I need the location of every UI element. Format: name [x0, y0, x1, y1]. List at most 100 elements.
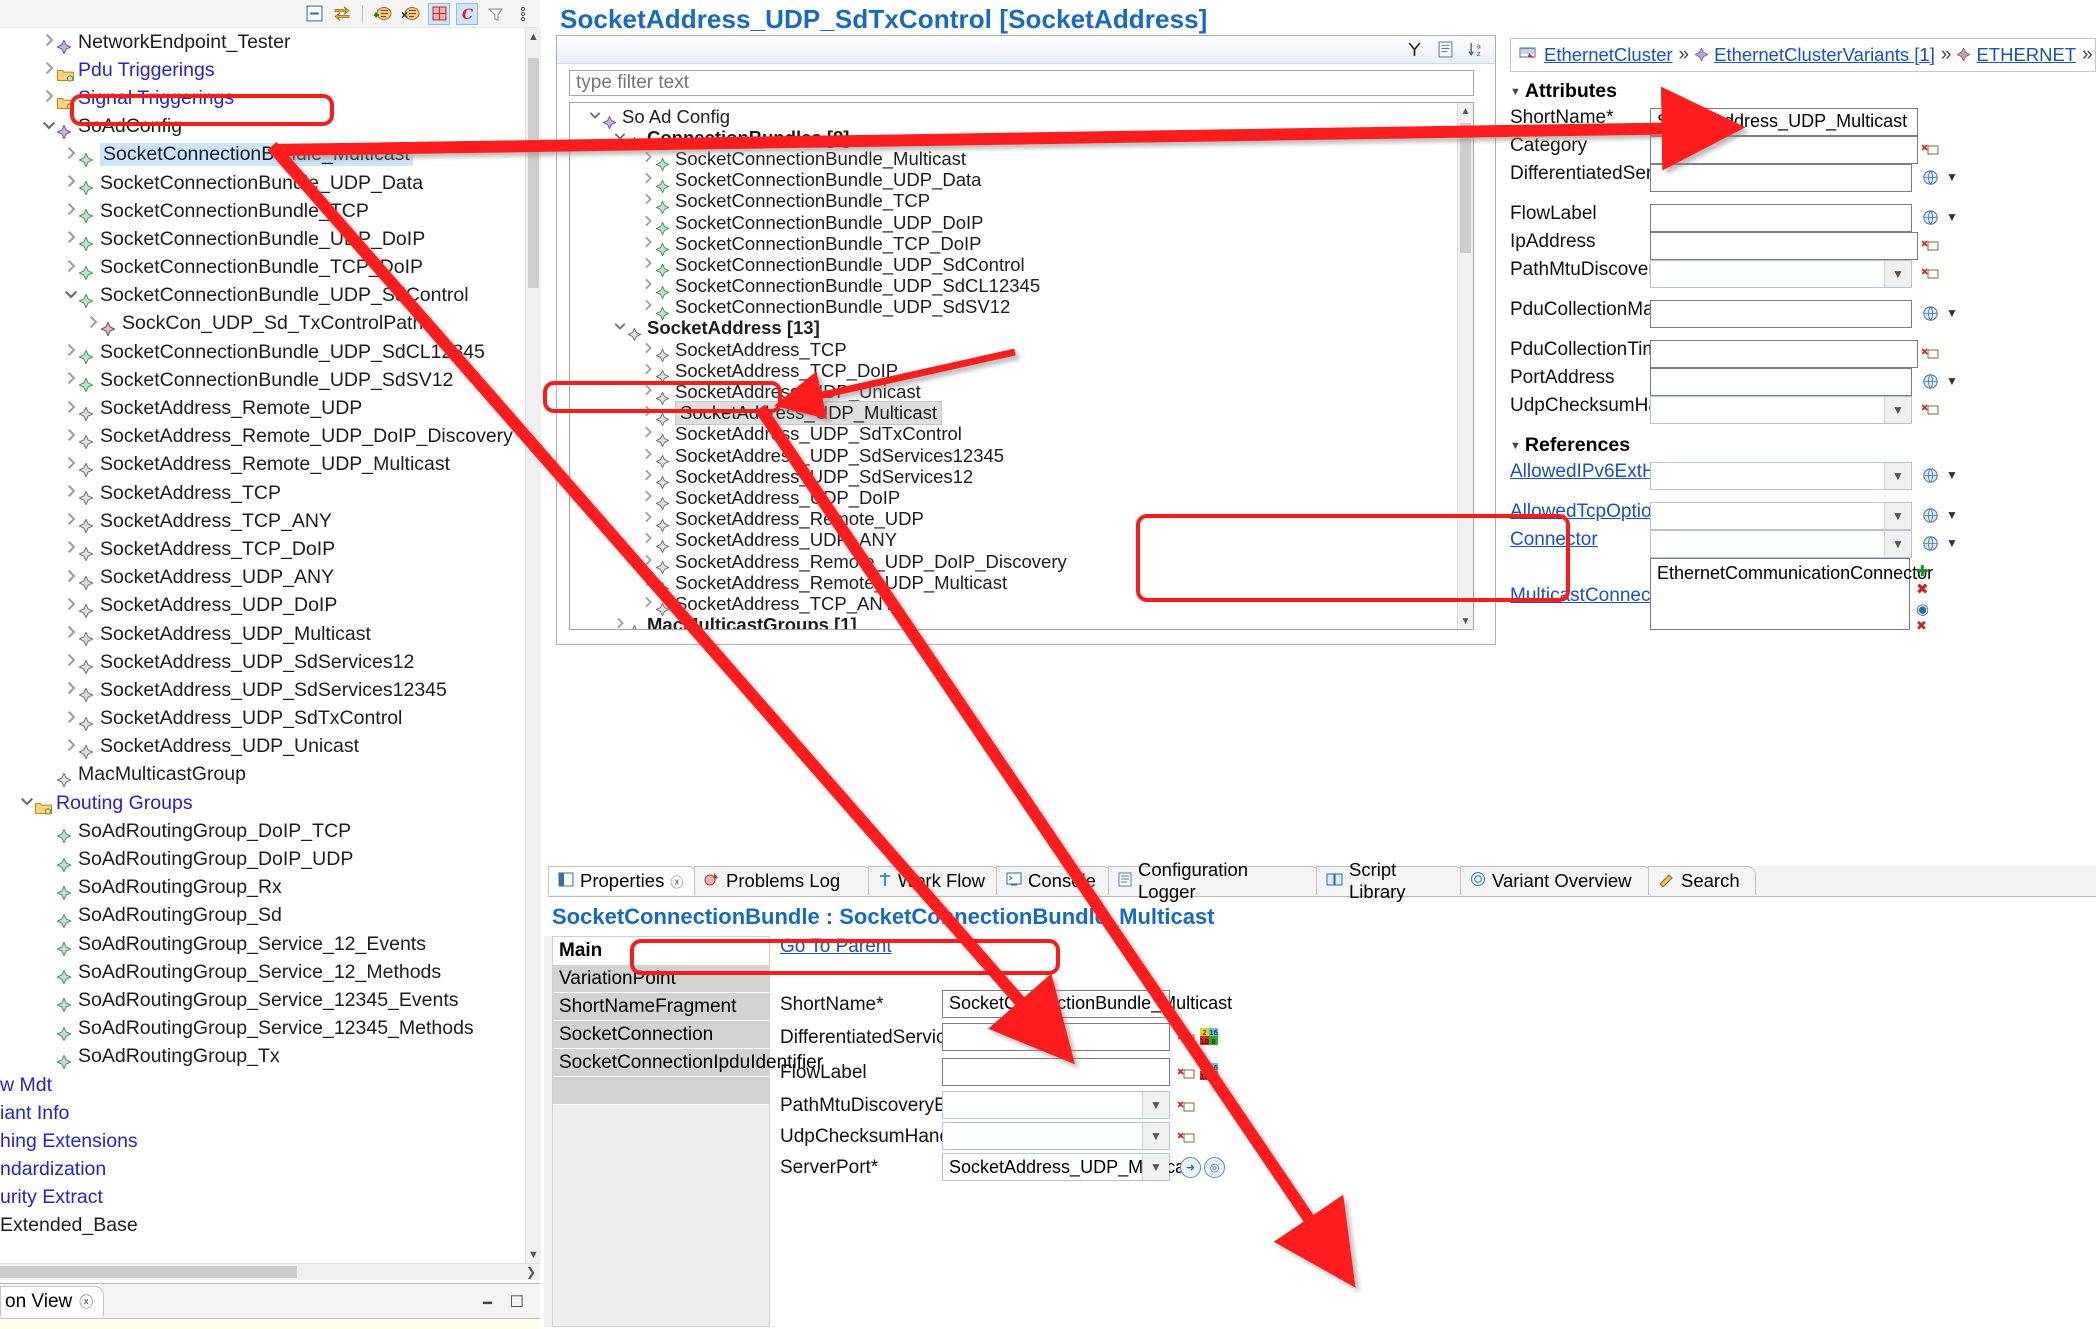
field-combo[interactable]: ▼ [942, 1091, 1170, 1119]
twisty-icon[interactable] [640, 531, 656, 549]
chevron-down-icon[interactable]: ▼ [1884, 503, 1911, 529]
tree-item[interactable]: SocketAddress_Remote_UDP [0, 394, 525, 422]
attribute-field[interactable]: SocketAddress_UDP_Multicast [1650, 108, 1918, 136]
breadcrumb-item-0[interactable]: EthernetCluster [1544, 44, 1673, 66]
search-reference-icon[interactable]: ◎ [1204, 1157, 1225, 1178]
navigate-icon[interactable]: ➜ [1180, 1157, 1201, 1178]
scroll-thumb[interactable] [1460, 123, 1471, 253]
tree-item[interactable]: SoAdRoutingGroup_Tx [0, 1043, 525, 1071]
chevron-down-icon[interactable]: ▼ [1946, 536, 1958, 550]
tab-work-flow[interactable]: Work Flow [868, 866, 1000, 895]
twisty-icon[interactable] [640, 404, 656, 422]
section-item[interactable]: VariationPoint [553, 965, 769, 993]
chevron-down-icon[interactable]: ▼ [1884, 531, 1911, 557]
navigate-icon[interactable]: ◉ [1916, 600, 1929, 618]
tab-console[interactable]: Console [996, 866, 1112, 895]
add-icon[interactable]: ✚ [1916, 562, 1929, 580]
tab-validation-view[interactable]: on View ⓧ [0, 1286, 105, 1317]
attribute-field[interactable] [1650, 204, 1912, 232]
twisty-icon[interactable] [640, 425, 656, 443]
attribute-combo[interactable]: ▼ [1650, 396, 1912, 424]
tree-item[interactable]: SocketAddress_UDP_Unicast [570, 381, 1473, 406]
tree-item[interactable]: SocketAddress_UDP_ANY [0, 564, 525, 592]
filter-icon[interactable] [484, 3, 506, 25]
twisty-icon[interactable] [640, 171, 656, 189]
tab-variant-overview[interactable]: Variant Overview [1460, 866, 1652, 895]
left-tree-horizontal-scrollbar[interactable]: ❯ [0, 1263, 540, 1280]
chevron-down-icon[interactable]: ▼ [1946, 468, 1958, 482]
twisty-icon[interactable] [40, 88, 57, 108]
twisty-icon[interactable] [612, 129, 628, 147]
twisty-icon[interactable] [640, 383, 656, 401]
reference-link[interactable]: AllowedTcpOptions [1510, 502, 1672, 522]
field-input[interactable] [942, 1023, 1170, 1051]
twisty-icon[interactable] [62, 145, 79, 165]
model-tree[interactable]: NetworkEndpoint_Tester Pdu Triggerings Sig… [0, 28, 525, 1278]
attribute-field[interactable] [1650, 136, 1918, 164]
sort-az-icon[interactable]: az [1465, 39, 1487, 61]
properties-sections[interactable]: Main VariationPoint ShortNameFragment Socke… [544, 936, 823, 1327]
tree-item[interactable]: SocketAddress_Remote_UDP_DoIP_Discovery [570, 551, 1473, 575]
tree-item[interactable]: SocketConnectionBundle_UDP_SdControl [0, 282, 525, 310]
merge-icon[interactable] [1403, 39, 1425, 61]
tree-item[interactable]: SocketConnectionBundle_UDP_SdControl [570, 254, 1473, 279]
editor-tree[interactable]: So Ad Config ConnectionBundles [8] SocketC… [569, 102, 1474, 630]
twisty-icon[interactable] [62, 173, 79, 193]
tree-item[interactable]: MacMulticastGroups [1] [570, 614, 1473, 629]
tree-item[interactable]: SocketConnectionBundle_TCP_DoIP [0, 254, 525, 282]
scroll-down-arrow[interactable]: ▼ [526, 1246, 541, 1263]
reference-combo[interactable]: ▼ [1650, 502, 1912, 530]
tree-item[interactable]: ConnectionBundles [8] [570, 127, 1473, 151]
tree-item-clipped[interactable]: urity Extract [0, 1184, 525, 1212]
maximize-icon[interactable]: ☐ [510, 1292, 524, 1312]
tree-item[interactable]: SocketAddress_UDP_DoIP [570, 487, 1473, 512]
tree-item[interactable]: SocketAddress_TCP_ANY [570, 593, 1473, 618]
tree-item[interactable]: Routing Groups [0, 789, 525, 817]
twisty-icon[interactable] [40, 60, 57, 80]
twisty-icon[interactable] [640, 510, 656, 528]
tree-item[interactable]: SocketAddress_UDP_SdTxControl [570, 423, 1473, 448]
tree-item[interactable]: SocketAddress_UDP_Unicast [0, 733, 525, 761]
tree-item[interactable]: SoAdRoutingGroup_Service_12_Events [0, 930, 525, 958]
twisty-icon[interactable] [640, 214, 656, 232]
numeric-format-icon[interactable]: 2 16 10 8 [1200, 1063, 1218, 1086]
field-input[interactable] [942, 1058, 1170, 1086]
tree-item[interactable]: SocketConnectionBundle_UDP_SdCL12345 [570, 275, 1473, 300]
twisty-icon[interactable] [40, 32, 57, 52]
twisty-icon[interactable] [62, 258, 79, 278]
sections-scrollbar[interactable] [544, 936, 552, 1327]
scroll-down-arrow[interactable]: ▼ [1458, 613, 1473, 629]
go-to-parent-link[interactable]: Go To Parent [780, 936, 892, 958]
section-item[interactable]: Main [553, 937, 769, 965]
remove-value-icon[interactable] [1921, 402, 1939, 419]
tree-item-clipped[interactable]: hing Extensions [0, 1127, 525, 1155]
breadcrumb[interactable]: EthernetCluster » EthernetClusterVariant… [1510, 38, 2096, 72]
tree-item[interactable]: SocketAddress_UDP_Multicast [0, 620, 525, 648]
twisty-icon[interactable] [62, 399, 79, 419]
twisty-icon[interactable] [640, 362, 656, 380]
variation-icon[interactable] [1922, 209, 1939, 230]
tree-item[interactable]: SocketAddress_UDP_SdServices12345 [0, 676, 525, 704]
tree-item[interactable]: SocketConnectionBundle_UDP_DoIP [0, 225, 525, 253]
tree-item[interactable]: SoAdRoutingGroup_Service_12345_Events [0, 986, 525, 1014]
twisty-icon[interactable] [62, 483, 79, 503]
tree-item[interactable]: SoAdRoutingGroup_DoIP_TCP [0, 817, 525, 845]
tree-item[interactable]: SoAdRoutingGroup_Service_12345_Methods [0, 1015, 525, 1043]
tree-item[interactable]: SocketAddress_UDP_SdServices12 [570, 466, 1473, 490]
variation-icon[interactable] [1922, 535, 1939, 556]
tab-problems-log[interactable]: Problems Log [694, 866, 872, 895]
tree-item[interactable]: SocketConnectionBundle_Multicast [0, 141, 525, 169]
twisty-icon[interactable] [640, 298, 656, 316]
reference-combo[interactable]: ▼ [1650, 530, 1912, 558]
chevron-down-icon[interactable]: ▼ [1946, 210, 1958, 224]
chevron-down-icon[interactable]: ▼ [1946, 508, 1958, 522]
twisty-icon[interactable] [640, 256, 656, 274]
scroll-thumb[interactable] [528, 58, 539, 288]
reference-link[interactable]: MulticastConnectors [1510, 586, 1682, 606]
twisty-icon[interactable] [62, 737, 79, 757]
tree-item-clipped[interactable]: Extended_Base [0, 1212, 525, 1240]
chevron-down-icon[interactable]: ▼ [1884, 397, 1911, 423]
twisty-icon[interactable] [640, 341, 656, 359]
twisty-icon[interactable] [62, 229, 79, 249]
tree-item-clipped[interactable]: ndardization [0, 1156, 525, 1184]
